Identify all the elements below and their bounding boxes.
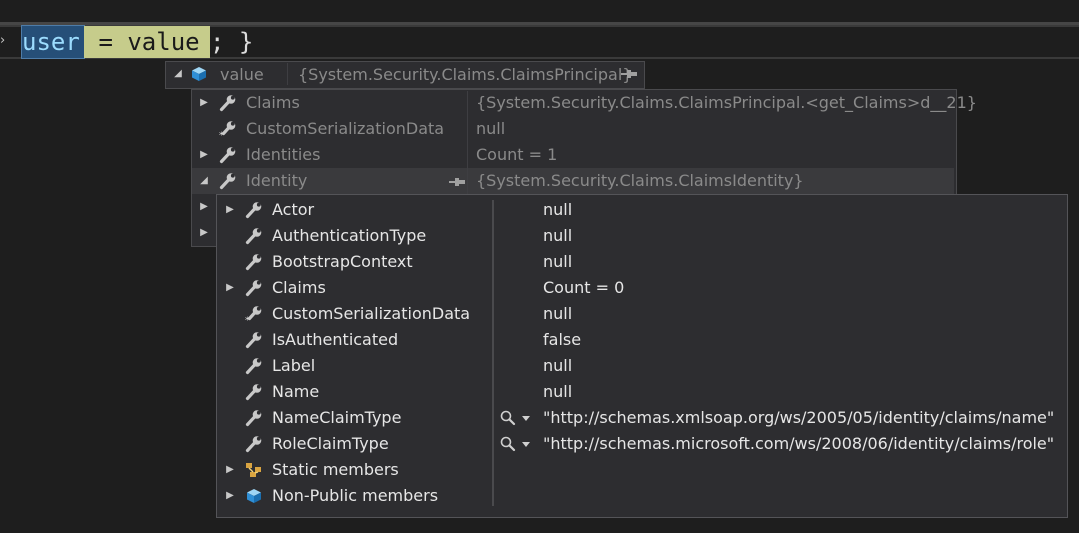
expand-arrow-icon[interactable]: ▶ — [198, 194, 210, 220]
wrench-star-icon: * — [245, 305, 263, 323]
pin-icon[interactable] — [619, 66, 639, 82]
member-name: Claims — [246, 93, 300, 112]
member-value: "http://schemas.xmlsoap.org/ws/2005/05/i… — [543, 408, 1055, 427]
member-name: Non-Public members — [272, 486, 439, 505]
wrench-icon — [219, 172, 237, 190]
member-name: Claims — [272, 278, 326, 297]
wrench-icon — [245, 435, 263, 453]
member-name: RoleClaimType — [272, 434, 389, 453]
static-members-icon — [245, 461, 263, 479]
wrench-icon — [245, 409, 263, 427]
member-value: {System.Security.Claims.ClaimsPrincipal.… — [476, 93, 977, 112]
wrench-icon — [245, 383, 263, 401]
member-name: Identity — [246, 171, 308, 190]
svg-text:*: * — [219, 131, 224, 138]
expanded-arrow-icon[interactable]: ◢ — [172, 63, 184, 85]
expanded-arrow-icon[interactable]: ◢ — [198, 168, 210, 194]
member-value: null — [543, 356, 573, 375]
member-name: CustomSerializationData — [272, 304, 471, 323]
pin-icon-identity[interactable] — [447, 174, 467, 190]
wrench-icon — [245, 279, 263, 297]
wrench-icon — [219, 146, 237, 164]
object-cube-icon — [245, 487, 263, 505]
expand-arrow-icon[interactable]: ▶ — [198, 90, 210, 116]
wrench-icon — [245, 201, 263, 219]
datatip-identity-separator — [492, 200, 494, 506]
datatip-root-name: value — [220, 65, 264, 84]
expand-arrow-icon[interactable]: ▶ — [224, 483, 236, 509]
expand-arrow-icon[interactable]: ▶ — [224, 275, 236, 301]
wrench-icon — [245, 357, 263, 375]
member-name: IsAuthenticated — [272, 330, 399, 349]
svg-text:*: * — [245, 316, 250, 323]
member-name: CustomSerializationData — [246, 119, 445, 138]
member-value: "http://schemas.microsoft.com/ws/2008/06… — [543, 434, 1055, 453]
wrench-icon — [219, 94, 237, 112]
object-cube-icon — [190, 65, 208, 83]
code-token-assign-value[interactable]: = value — [84, 26, 210, 58]
text-visualizer-magnifier-icon[interactable] — [499, 436, 535, 452]
wrench-icon — [245, 227, 263, 245]
member-value: Count = 1 — [476, 145, 558, 164]
wrench-icon — [245, 253, 263, 271]
member-value: null — [543, 382, 573, 401]
member-name: Label — [272, 356, 316, 375]
member-value: null — [543, 200, 573, 219]
wrench-star-icon: * — [219, 120, 237, 138]
member-value: {System.Security.Claims.ClaimsIdentity} — [476, 171, 804, 190]
member-value: null — [543, 226, 573, 245]
member-value: null — [476, 119, 506, 138]
member-name: NameClaimType — [272, 408, 402, 427]
member-name: Identities — [246, 145, 321, 164]
expand-arrow-icon[interactable]: ▶ — [224, 197, 236, 223]
member-value: null — [543, 304, 573, 323]
text-visualizer-magnifier-icon[interactable] — [499, 410, 535, 426]
member-name: Name — [272, 382, 320, 401]
member-name: Static members — [272, 460, 399, 479]
datatip-root-separator — [287, 63, 288, 85]
wrench-icon — [245, 331, 263, 349]
member-value: false — [543, 330, 582, 349]
code-token-user[interactable]: user — [21, 25, 85, 59]
member-name: AuthenticationType — [272, 226, 427, 245]
current-statement-arrow-icon: › — [0, 33, 6, 48]
code-token-rest: ; } — [210, 28, 254, 56]
expand-arrow-icon[interactable]: ▶ — [198, 142, 210, 168]
member-value: null — [543, 252, 573, 271]
member-name: Actor — [272, 200, 315, 219]
member-name: BootstrapContext — [272, 252, 413, 271]
member-value: Count = 0 — [543, 278, 625, 297]
expand-arrow-icon[interactable]: ▶ — [198, 220, 210, 246]
datatip-root-value: {System.Security.Claims.ClaimsPrincipal} — [298, 65, 633, 84]
expand-arrow-icon[interactable]: ▶ — [224, 457, 236, 483]
